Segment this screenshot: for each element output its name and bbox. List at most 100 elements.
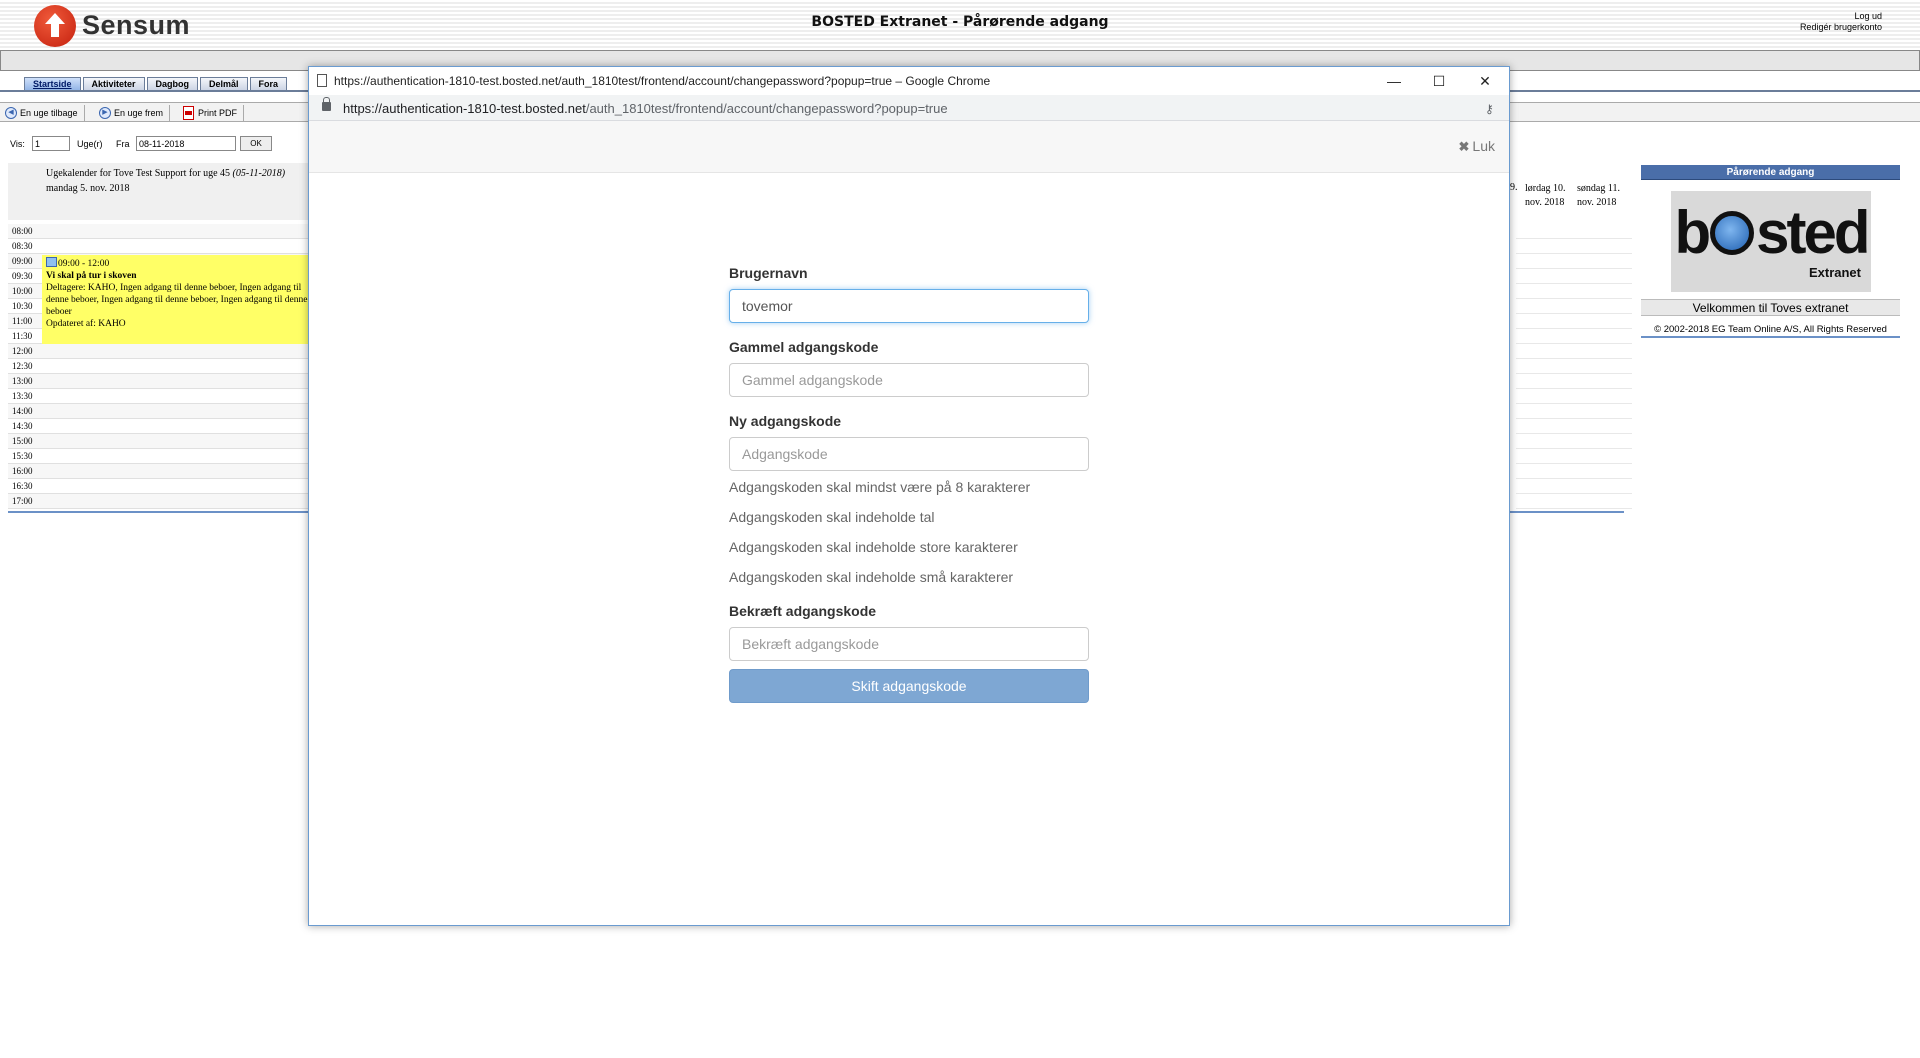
weekend-slot [1516, 449, 1632, 464]
main-tabs: Startside Aktiviteter Dagbog Delmål Fora [24, 77, 289, 91]
weekend-slot [1516, 239, 1632, 254]
weekend-slot [1516, 389, 1632, 404]
page-icon [317, 74, 327, 87]
weekend-slot [1516, 224, 1632, 239]
weeks-label: Uge(r) [77, 139, 103, 149]
logout-link[interactable]: Log ud [1854, 11, 1882, 21]
time-slot: 17:00 [8, 494, 308, 509]
from-date-input[interactable] [136, 136, 236, 151]
tab-fora[interactable]: Fora [249, 77, 288, 91]
time-slot: 08:30 [8, 239, 308, 254]
popup-window: https://authentication-1810-test.bosted.… [308, 66, 1510, 926]
time-slot: 14:00 [8, 404, 308, 419]
url-text[interactable]: https://authentication-1810-test.bosted.… [343, 101, 948, 116]
old-password-label: Gammel adgangskode [729, 339, 879, 355]
username-input[interactable] [729, 289, 1089, 323]
time-slot: 15:30 [8, 449, 308, 464]
side-panel: Pårørende adgang b sted Extranet Velkomme… [1641, 165, 1900, 338]
weekend-slot [1516, 434, 1632, 449]
show-label: Vis: [10, 139, 25, 149]
side-panel-header: Pårørende adgang [1641, 165, 1900, 180]
next-week-label: En uge frem [114, 108, 164, 118]
week-title: Ugekalender for Tove Test Support for ug… [46, 168, 285, 179]
window-close-button[interactable]: ✕ [1463, 70, 1507, 92]
time-slot: 13:00 [8, 374, 308, 389]
prev-week-button[interactable]: ◀ En uge tilbage [2, 105, 85, 121]
weekend-slot [1516, 269, 1632, 284]
old-password-input[interactable] [729, 363, 1089, 397]
time-slot: 12:30 [8, 359, 308, 374]
close-modal-button[interactable]: ✖ Luk [1459, 138, 1495, 155]
popup-title: https://authentication-1810-test.bosted.… [334, 74, 991, 88]
event-participants: Deltagere: KAHO, Ingen adgang til denne … [46, 283, 308, 317]
close-modal-label: Luk [1472, 138, 1495, 154]
password-hint-uppercase: Adgangskoden skal indeholde store karakt… [729, 539, 1018, 555]
week-title-text: Ugekalender for Tove Test Support for ug… [46, 168, 231, 179]
time-slot: 08:00 [8, 224, 308, 239]
calendar-event[interactable]: 09:00 - 12:00 Vi skal på tur i skoven De… [42, 255, 312, 344]
weekend-slot [1516, 254, 1632, 269]
time-slot: 16:30 [8, 479, 308, 494]
time-slot: 12:00 [8, 344, 308, 359]
lock-icon[interactable] [322, 97, 331, 111]
weekend-slot [1516, 344, 1632, 359]
new-password-input[interactable] [729, 437, 1089, 471]
popup-titlebar[interactable]: https://authentication-1810-test.bosted.… [309, 67, 1509, 95]
from-label: Fra [116, 139, 130, 149]
saturday-heading: lørdag 10. nov. 2018 [1525, 183, 1566, 208]
modal-header: ✖ Luk [309, 121, 1509, 173]
bosted-logo-rest: sted [1756, 199, 1870, 266]
change-password-button[interactable]: Skift adgangskode [729, 669, 1089, 703]
weekend-slot [1516, 359, 1632, 374]
tab-aktiviteter[interactable]: Aktiviteter [82, 77, 145, 91]
print-pdf-button[interactable]: Print PDF [180, 105, 245, 121]
monday-heading: mandag 5. nov. 2018 [46, 183, 130, 194]
pdf-icon [183, 106, 194, 120]
edit-account-link[interactable]: Redigér brugerkonto [1800, 22, 1882, 32]
weekend-slot [1516, 314, 1632, 329]
weekend-slot [1516, 479, 1632, 494]
weekend-slot [1516, 419, 1632, 434]
time-slot: 15:00 [8, 434, 308, 449]
minimize-button[interactable]: — [1372, 70, 1416, 92]
weekend-slot [1516, 299, 1632, 314]
print-pdf-label: Print PDF [198, 108, 238, 118]
event-time: 09:00 - 12:00 [58, 259, 110, 269]
time-slot: 16:00 [8, 464, 308, 479]
weekend-slot [1516, 329, 1632, 344]
event-home-icon [46, 257, 57, 267]
prev-week-label: En uge tilbage [20, 108, 78, 118]
sunday-heading: søndag 11. nov. 2018 [1577, 183, 1620, 208]
ok-button[interactable]: OK [240, 136, 272, 151]
weekend-slot [1516, 494, 1632, 509]
bosted-logo-subtitle: Extranet [1808, 265, 1861, 280]
maximize-button[interactable]: ☐ [1417, 70, 1461, 92]
url-host: https://authentication-1810-test.bosted.… [343, 101, 586, 116]
friday-heading: 9. [1510, 182, 1518, 193]
next-circle-icon: ▶ [99, 107, 111, 119]
address-bar[interactable]: https://authentication-1810-test.bosted.… [309, 95, 1509, 121]
event-updated: Opdateret af: KAHO [46, 319, 126, 329]
next-week-button[interactable]: ▶ En uge frem [96, 105, 171, 121]
weeks-count-input[interactable] [32, 136, 70, 151]
username-label: Brugernavn [729, 265, 808, 281]
week-date: (05-11-2018) [232, 168, 286, 179]
time-slot: 14:30 [8, 419, 308, 434]
prev-circle-icon: ◀ [5, 107, 17, 119]
weekend-slot [1516, 374, 1632, 389]
tab-startside[interactable]: Startside [24, 77, 81, 91]
event-title: Vi skal på tur i skoven [46, 271, 137, 281]
password-hint-lowercase: Adgangskoden skal indeholde små karakter… [729, 569, 1014, 585]
bosted-logo-text: b sted [1671, 201, 1871, 265]
url-path: /auth_1810test/frontend/account/changepa… [585, 101, 948, 116]
bosted-home-icon [1710, 211, 1755, 255]
weekend-slot [1516, 284, 1632, 299]
weekend-slot [1516, 404, 1632, 419]
key-icon[interactable]: ⚷ [1485, 102, 1494, 116]
tab-dagbog[interactable]: Dagbog [146, 77, 199, 91]
confirm-password-label: Bekræft adgangskode [729, 603, 877, 619]
confirm-password-input[interactable] [729, 627, 1089, 661]
close-icon: ✖ [1458, 139, 1470, 154]
copyright-text: © 2002-2018 EG Team Online A/S, All Righ… [1641, 322, 1900, 338]
tab-delmaal[interactable]: Delmål [200, 77, 248, 91]
